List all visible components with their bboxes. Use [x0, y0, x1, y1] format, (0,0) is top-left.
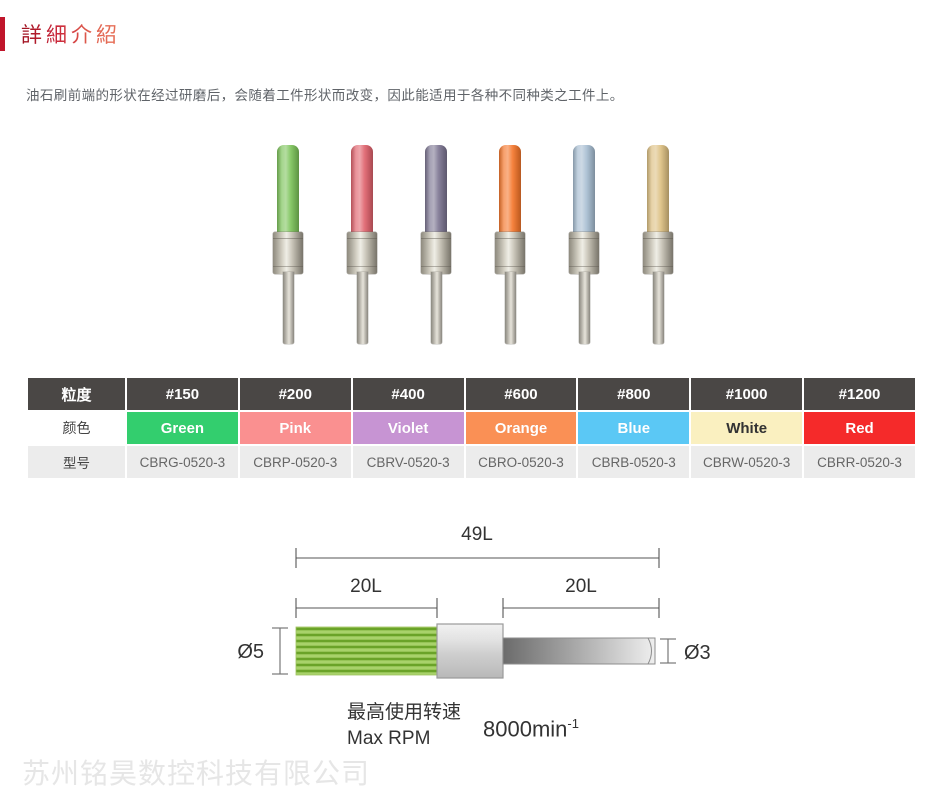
model-cell-1: CBRG-0520-3 — [127, 446, 238, 478]
brush-tan — [639, 140, 677, 345]
row-label-model: 型号 — [28, 446, 125, 478]
dimension-bristle — [295, 598, 438, 618]
drawing-bristles — [295, 626, 438, 676]
brush-ferrule — [569, 232, 599, 274]
brush-shank — [653, 272, 664, 344]
brush-head-violet — [425, 145, 447, 233]
row-label-color: 颜色 — [28, 412, 125, 444]
brush-shank — [579, 272, 590, 344]
brush-ferrule — [347, 232, 377, 274]
color-cell-6: White — [691, 412, 803, 444]
model-cell-3: CBRV-0520-3 — [352, 446, 464, 478]
brush-ferrule — [495, 232, 525, 274]
label-shank-diameter: Ø3 — [684, 642, 711, 664]
brush-ferrule — [421, 232, 451, 274]
model-cell-5: CBRB-0520-3 — [578, 446, 690, 478]
brush-head-pink — [351, 145, 373, 233]
color-cell-3: Violet — [352, 412, 464, 444]
brush-green — [269, 140, 307, 345]
rpm-value-number: 8000min — [483, 716, 568, 742]
brush-shank — [283, 272, 294, 344]
label-bristle-length: 20L — [350, 576, 382, 597]
color-cell-2: Pink — [239, 412, 351, 444]
rpm-value: 8000min-1 — [483, 716, 579, 742]
dimension-overall — [295, 548, 660, 568]
color-cell-4: Orange — [465, 412, 577, 444]
brush-head-blue — [573, 145, 595, 233]
brush-head-orange — [499, 145, 521, 233]
brush-head-green — [277, 145, 299, 233]
rpm-labels: 最高使用转速 Max RPM — [347, 700, 461, 752]
brush-product-photos — [0, 140, 943, 355]
brush-violet — [417, 140, 455, 345]
grit-cell-3: #400 — [352, 378, 464, 410]
rpm-value-exponent: -1 — [567, 716, 579, 731]
technical-drawing: 49L 20L 20L Ø5 Ø3 — [0, 518, 943, 718]
brush-ferrule — [273, 232, 303, 274]
model-cell-2: CBRP-0520-3 — [239, 446, 351, 478]
table-row-model: 型号 CBRG-0520-3 CBRP-0520-3 CBRV-0520-3 C… — [28, 446, 915, 478]
label-shank-length: 20L — [565, 576, 597, 597]
table-row-color: 颜色 Green Pink Violet Orange Blue White R… — [28, 412, 915, 444]
table-row-grit: 粒度 #150 #200 #400 #600 #800 #1000 #1200 — [28, 378, 915, 410]
heading-accent-bar — [0, 17, 5, 51]
grit-cell-2: #200 — [239, 378, 351, 410]
brush-head-tan — [647, 145, 669, 233]
model-cell-7: CBRR-0520-3 — [804, 446, 915, 478]
brush-shank — [431, 272, 442, 344]
intro-paragraph: 油石刷前端的形状在经过研磨后，会随着工件形状而改变，因此能适用于各种不同种类之工… — [26, 88, 624, 103]
section-heading: 詳細介紹 — [0, 16, 121, 52]
dimension-head-diameter — [272, 627, 288, 675]
label-head-diameter: Ø5 — [237, 641, 264, 663]
brush-ferrule — [643, 232, 673, 274]
brush-blue — [565, 140, 603, 345]
rpm-label-en: Max RPM — [347, 728, 431, 749]
grit-cell-1: #150 — [127, 378, 238, 410]
color-cell-7: Red — [804, 412, 915, 444]
model-cell-4: CBRO-0520-3 — [465, 446, 577, 478]
label-overall-length: 49L — [461, 524, 493, 545]
drawing-shank — [502, 637, 656, 665]
page-title: 詳細介紹 — [21, 19, 121, 49]
brush-shank — [357, 272, 368, 344]
brush-orange — [491, 140, 529, 345]
color-cell-5: Blue — [578, 412, 690, 444]
grit-cell-7: #1200 — [804, 378, 915, 410]
specification-table: 粒度 #150 #200 #400 #600 #800 #1000 #1200 … — [26, 376, 917, 480]
model-cell-6: CBRW-0520-3 — [691, 446, 803, 478]
brush-pink — [343, 140, 381, 345]
drawing-ferrule — [436, 623, 504, 679]
brush-shank — [505, 272, 516, 344]
max-rpm-block: 最高使用转速 Max RPM 8000min-1 — [347, 700, 579, 752]
grit-cell-5: #800 — [578, 378, 690, 410]
grit-cell-4: #600 — [465, 378, 577, 410]
company-watermark: 苏州铭昊数控科技有限公司 — [22, 758, 371, 789]
color-cell-1: Green — [127, 412, 238, 444]
rpm-label-cn: 最高使用转速 — [347, 702, 462, 723]
grit-cell-6: #1000 — [691, 378, 803, 410]
dimension-shank-diameter — [660, 638, 676, 664]
row-label-grit: 粒度 — [28, 378, 125, 410]
dimension-shank — [502, 598, 660, 618]
